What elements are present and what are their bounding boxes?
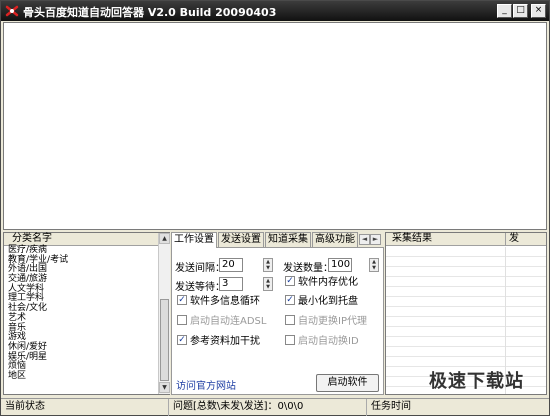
tab-strip: 工作设置 发送设置 知道采集 高级功能 ◄ ► [171,232,384,248]
tab-scroll-arrows[interactable]: ◄ ► [359,234,383,245]
question-stats: 问题[总数\未发\发送]：0\0\0 [169,399,367,416]
category-item[interactable]: 娱乐/明星 [6,352,158,363]
log-area[interactable] [3,22,547,230]
main-window: 骨头百度知道自动回答器 V2.0 Build 20090403 _ □ × 分类… [0,0,550,416]
category-item[interactable]: 地区 [6,371,158,382]
checkbox-checked-icon: ✓ [285,276,295,286]
checkbox-checked-icon: ✓ [285,295,295,305]
send-wait-spinner[interactable]: ▲ ▼ [263,277,273,291]
watermark-logo: 极速下载站 [429,371,524,392]
checkbox-checked-icon: ✓ [177,335,187,345]
auto-switch-id-checkbox[interactable]: 启动自动换ID [285,335,359,349]
scroll-down-icon[interactable]: ▼ [159,382,170,393]
close-button[interactable]: × [531,4,546,18]
tab-collect[interactable]: 知道采集 [265,232,311,247]
auto-adsl-checkbox[interactable]: 启动自动连ADSL [177,315,266,329]
tab-left-icon[interactable]: ◄ [359,234,370,245]
send-interval-spinner[interactable]: ▲ ▼ [263,258,273,272]
work-settings-body: 发送间隔： 20 ▲ ▼ 发送数量： 100 ▲ ▼ 发送等待： 3 ▲ ▼ ✓ 软件内… [171,247,384,395]
visit-site-link[interactable]: 访问官方网站 [176,377,236,392]
scroll-up-icon[interactable]: ▲ [159,233,170,244]
status-bar: 当前状态 问题[总数\未发\发送]：0\0\0 任务时间 [1,398,549,416]
results-col-header[interactable]: 采集结果 [392,233,432,245]
bone-app-icon [5,5,19,17]
category-scrollbar[interactable]: ▲ ▼ [158,233,170,394]
send-col-header[interactable]: 发 [509,233,519,245]
category-list[interactable]: 医疗/疾病 教育/学业/考试 外语/出国 交通/旅游 人文学科 理工学科 社会/文化 艺术 音乐… [6,245,158,382]
send-count-spinner[interactable]: ▲ ▼ [369,258,379,272]
task-time: 任务时间 [371,401,411,412]
send-count-input[interactable]: 100 [328,258,352,272]
send-interval-label: 发送间隔： [175,263,225,274]
checkbox-empty-icon [177,315,187,325]
auto-ip-proxy-checkbox[interactable]: 自动更换IP代理 [285,315,367,329]
send-count-label: 发送数量： [283,263,333,274]
title-bar[interactable]: 骨头百度知道自动回答器 V2.0 Build 20090403 _ □ × [1,1,549,21]
window-title: 骨头百度知道自动回答器 V2.0 Build 20090403 [23,6,277,19]
checkbox-empty-icon [285,335,295,345]
category-item[interactable]: 艺术 [6,313,158,324]
send-wait-label: 发送等待： [175,282,225,293]
category-item[interactable]: 烦恼 [6,362,158,372]
settings-tab-panel: 工作设置 发送设置 知道采集 高级功能 ◄ ► 发送间隔： 20 ▲ ▼ 发送数量：… [171,232,384,395]
send-interval-input[interactable]: 20 [219,258,243,272]
tab-advanced[interactable]: 高级功能 [312,232,358,247]
checkbox-checked-icon: ✓ [177,295,187,305]
checkbox-empty-icon [285,315,295,325]
category-item[interactable]: 音乐 [6,323,158,334]
tab-right-icon[interactable]: ► [370,234,381,245]
tab-send-settings[interactable]: 发送设置 [218,232,264,247]
scroll-thumb[interactable] [160,299,169,381]
multi-info-loop-checkbox[interactable]: ✓ 软件多信息循环 [177,295,260,309]
category-item[interactable]: 社会/文化 [6,303,158,314]
column-divider[interactable] [505,233,506,246]
category-panel: 分类名字 医疗/疾病 教育/学业/考试 外语/出国 交通/旅游 人文学科 理工学科 社会/文… [3,232,170,395]
reference-noise-checkbox[interactable]: ✓ 参考资料加干扰 [177,335,260,349]
maximize-button[interactable]: □ [513,4,528,18]
tab-work-settings[interactable]: 工作设置 [171,232,217,248]
send-wait-input[interactable]: 3 [219,277,243,291]
start-button[interactable]: 启动软件 [316,374,379,392]
current-status: 当前状态 [1,399,169,416]
results-header: 采集结果 发 [386,233,546,246]
memory-optimize-checkbox[interactable]: ✓ 软件内存优化 [285,276,358,290]
minimize-button[interactable]: _ [497,4,512,18]
minimize-to-tray-checkbox[interactable]: ✓ 最小化到托盘 [285,295,358,309]
